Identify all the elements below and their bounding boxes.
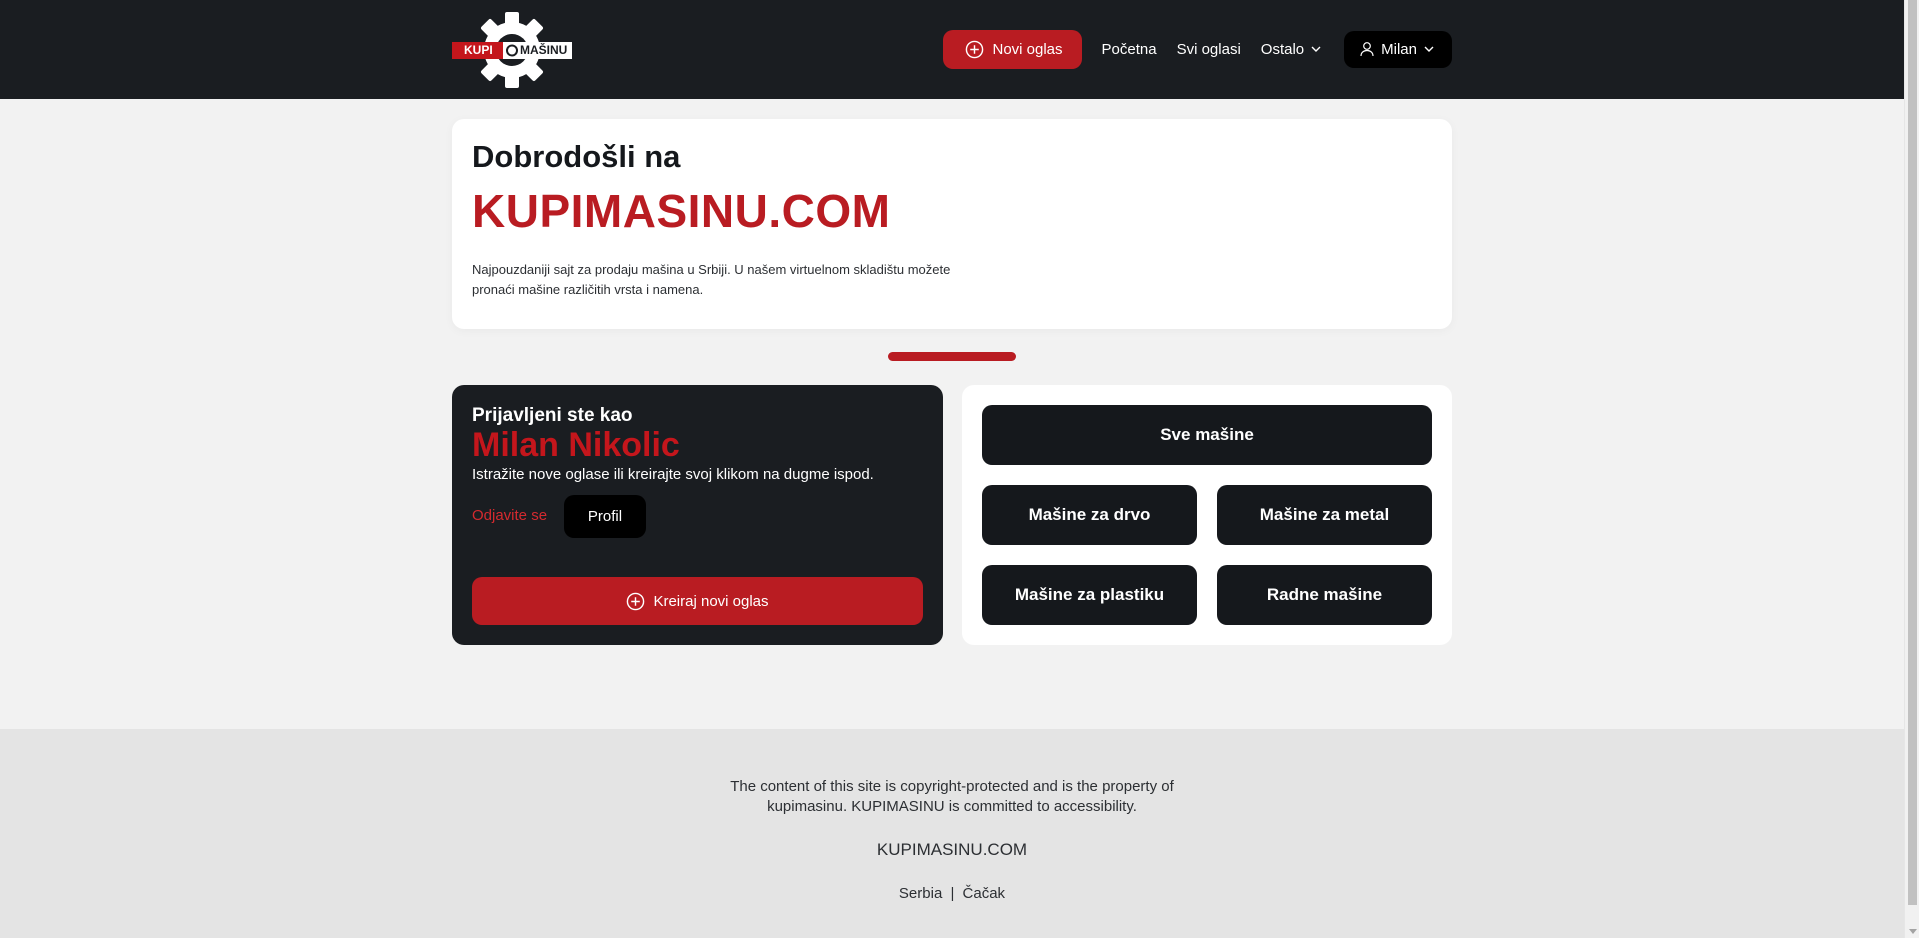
site-logo[interactable]: KUPI MAŠINU — [452, 12, 572, 88]
footer-country-link[interactable]: Serbia — [899, 885, 942, 902]
category-plastic-button[interactable]: Mašine za plastiku — [982, 565, 1197, 625]
profile-button[interactable]: Profil — [564, 495, 646, 538]
welcome-heading: Dobrodošli na — [472, 139, 681, 174]
user-icon — [1360, 42, 1374, 57]
brand-title: KUPIMASINU.COM — [472, 185, 891, 237]
page-scrollbar[interactable] — [1904, 0, 1919, 938]
chevron-down-icon — [1311, 46, 1321, 52]
scrollbar-thumb[interactable] — [1908, 0, 1917, 905]
chevron-down-icon — [1424, 46, 1434, 52]
section-divider — [888, 352, 1016, 361]
logout-link[interactable]: Odjavite se — [472, 507, 547, 524]
new-ad-label: Novi oglas — [992, 40, 1063, 58]
user-menu-label: Milan — [1381, 40, 1417, 58]
scroll-down-arrow-icon[interactable] — [1909, 929, 1917, 934]
footer-separator: | — [950, 885, 955, 902]
account-description: Istražite nove oglase ili kreirajte svoj… — [472, 466, 874, 483]
logo-text-right: MAŠINU — [520, 43, 568, 57]
nav-other-dropdown[interactable]: Ostalo — [1261, 41, 1322, 58]
top-navbar: KUPI MAŠINU Novi oglas Početna Svi oglas… — [0, 0, 1904, 99]
footer-city-link[interactable]: Čačak — [963, 885, 1006, 902]
footer-copyright: The content of this site is copyright-pr… — [0, 777, 1904, 817]
account-card: Prijavljeni ste kao Milan Nikolic Istraž… — [452, 385, 943, 645]
footer-site-name: KUPIMASINU.COM — [876, 840, 1028, 859]
create-ad-label: Kreiraj novi oglas — [653, 592, 769, 610]
category-wood-button[interactable]: Mašine za drvo — [982, 485, 1197, 545]
category-metal-button[interactable]: Mašine za metal — [1217, 485, 1432, 545]
plus-circle-icon — [966, 40, 984, 58]
footer-location: Serbia | Čačak — [0, 885, 1904, 902]
category-work-button[interactable]: Radne mašine — [1217, 565, 1432, 625]
nav-home-link[interactable]: Početna — [1102, 41, 1157, 58]
plus-circle-icon — [627, 592, 645, 610]
user-menu-button[interactable]: Milan — [1344, 30, 1452, 68]
categories-card: Sve mašine Mašine za drvo Mašine za meta… — [962, 385, 1452, 645]
user-name: Milan Nikolic — [472, 426, 680, 464]
category-all-button[interactable]: Sve mašine — [982, 405, 1432, 465]
nav-other-label: Ostalo — [1260, 40, 1305, 58]
new-ad-button[interactable]: Novi oglas — [943, 29, 1082, 69]
nav-all-ads-link[interactable]: Svi oglasi — [1177, 41, 1241, 58]
welcome-card: Dobrodošli na KUPIMASINU.COM Najpouzdani… — [452, 119, 1452, 329]
site-footer: The content of this site is copyright-pr… — [0, 729, 1904, 938]
main-nav: Novi oglas Početna Svi oglasi Ostalo Mil… — [943, 29, 1452, 69]
logged-in-label: Prijavljeni ste kao — [472, 405, 633, 426]
create-ad-button[interactable]: Kreiraj novi oglas — [472, 577, 923, 625]
welcome-description: Najpouzdaniji sajt za prodaju mašina u S… — [472, 262, 951, 297]
footer-copyright-text: The content of this site is copyright-pr… — [730, 778, 1174, 815]
logo-text-left: KUPI — [464, 43, 493, 57]
